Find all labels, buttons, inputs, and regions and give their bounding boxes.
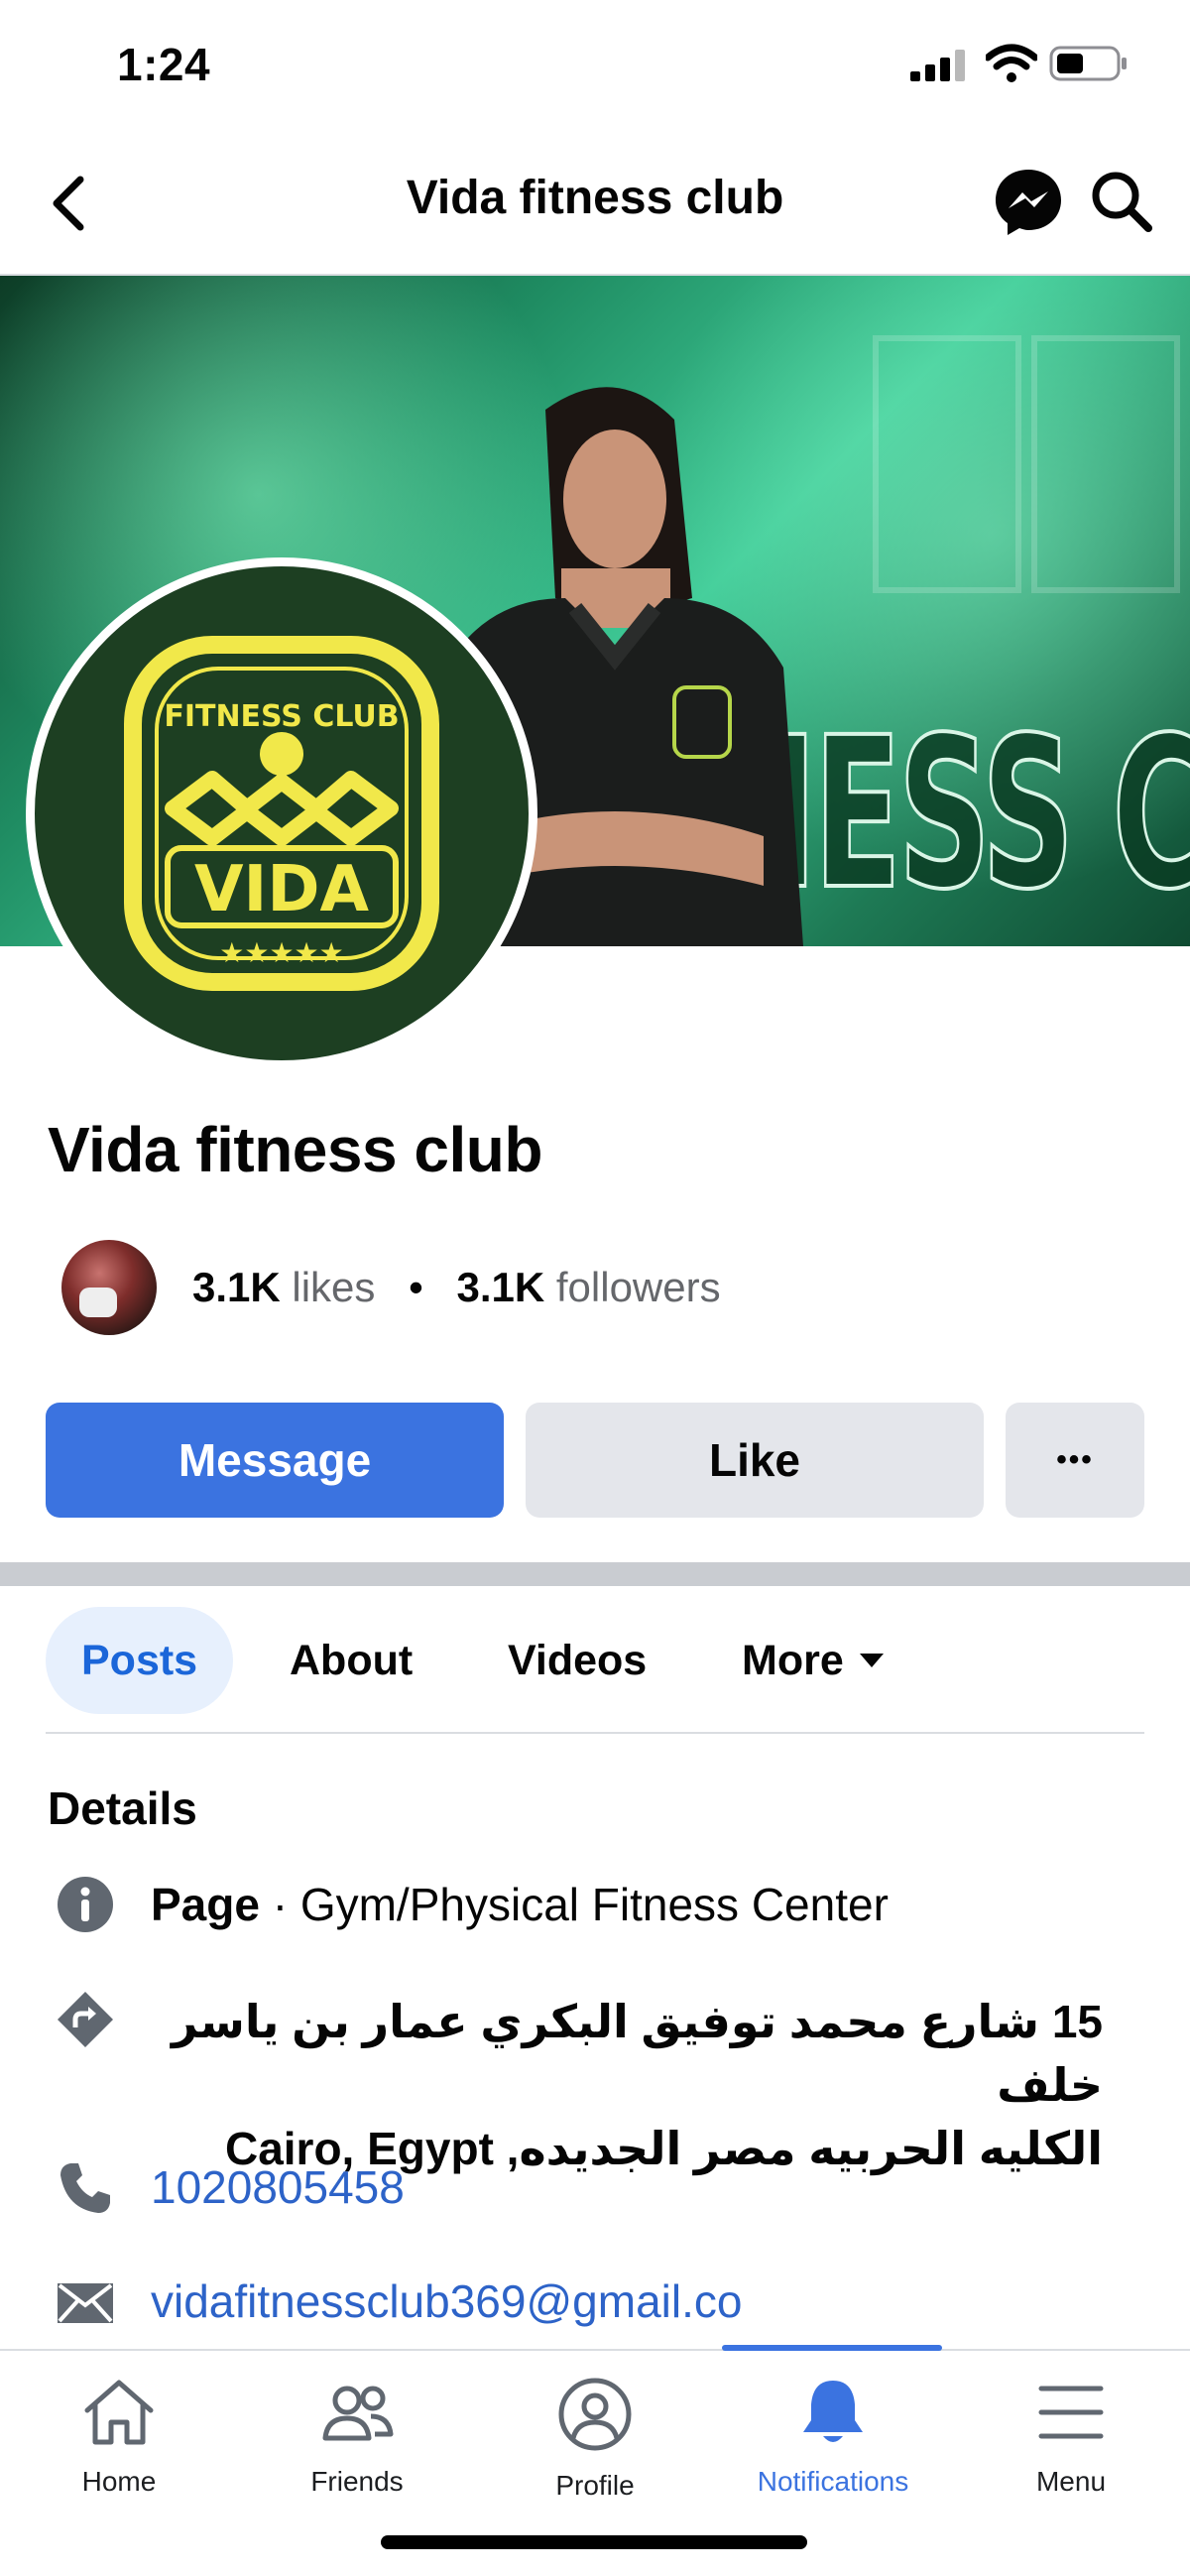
like-button[interactable]: Like bbox=[526, 1403, 984, 1518]
tab-posts[interactable]: Posts bbox=[46, 1607, 234, 1714]
phone-icon bbox=[56, 2158, 115, 2218]
nav-notifications-label: Notifications bbox=[757, 2466, 909, 2497]
nav-home[interactable]: Home bbox=[20, 2377, 218, 2498]
home-icon bbox=[84, 2380, 154, 2445]
followers-label: followers bbox=[555, 1264, 721, 1310]
caret-down-icon bbox=[859, 1654, 884, 1667]
more-options-button[interactable]: ••• bbox=[1006, 1403, 1144, 1518]
info-icon bbox=[56, 1875, 115, 1934]
nav-menu-label: Menu bbox=[1035, 2466, 1107, 2497]
cover-window bbox=[873, 335, 1021, 593]
logo-top-text: FITNESS CLUB bbox=[164, 699, 399, 734]
status-bar: 1:24 bbox=[0, 0, 1190, 129]
profile-avatar[interactable]: FITNESS CLUB VIDA ★★★★★ bbox=[26, 557, 537, 1069]
nav-friends[interactable]: Friends bbox=[258, 2377, 456, 2498]
wifi-icon bbox=[986, 44, 1037, 82]
active-tab-indicator bbox=[722, 2345, 942, 2351]
followers-count: 3.1K bbox=[456, 1264, 545, 1310]
menu-icon bbox=[1038, 2386, 1104, 2439]
likes-count: 3.1K bbox=[192, 1264, 281, 1310]
nav-profile-label: Profile bbox=[555, 2470, 635, 2501]
stats-text: 3.1K likes • 3.1K followers bbox=[192, 1264, 721, 1311]
friends-icon bbox=[322, 2386, 394, 2441]
tab-more[interactable]: More bbox=[742, 1607, 884, 1714]
details-heading: Details bbox=[48, 1782, 197, 1834]
friend-avatar bbox=[61, 1240, 157, 1335]
address-line-1: 15 شارع محمد توفيق البكري عمار بن ياسر خ… bbox=[172, 1996, 1103, 2111]
address[interactable]: 15 شارع محمد توفيق البكري عمار بن ياسر خ… bbox=[151, 1990, 1103, 2180]
tab-more-label: More bbox=[742, 1636, 844, 1684]
nav-profile[interactable]: Profile bbox=[496, 2377, 694, 2502]
messenger-icon[interactable] bbox=[992, 166, 1065, 239]
likes-followers-row[interactable]: 3.1K likes • 3.1K followers bbox=[61, 1240, 721, 1335]
nav-notifications[interactable]: Notifications bbox=[734, 2377, 932, 2498]
profile-tabs: Posts About Videos More bbox=[46, 1607, 1144, 1734]
vida-logo: FITNESS CLUB VIDA ★★★★★ bbox=[124, 636, 439, 991]
logo-stars: ★★★★★ bbox=[219, 936, 344, 969]
home-indicator[interactable] bbox=[381, 2535, 807, 2549]
search-icon[interactable] bbox=[1089, 169, 1154, 234]
directions-icon bbox=[56, 1990, 115, 2049]
page-category: Page · Gym/Physical Fitness Center bbox=[151, 1878, 889, 1931]
separator-dot: • bbox=[409, 1264, 423, 1310]
top-app-bar: Vida fitness club bbox=[0, 129, 1190, 276]
email-icon bbox=[56, 2273, 115, 2333]
tab-about[interactable]: About bbox=[290, 1607, 413, 1714]
nav-menu[interactable]: Menu bbox=[972, 2377, 1170, 2498]
email-link[interactable]: vidafitnessclub369@gmail.co bbox=[151, 2274, 742, 2328]
status-time: 1:24 bbox=[117, 39, 211, 90]
category-text: · Gym/Physical Fitness Center bbox=[272, 1879, 889, 1930]
profile-icon bbox=[558, 2378, 632, 2451]
bell-icon bbox=[803, 2381, 863, 2442]
signal-icon bbox=[910, 50, 965, 81]
likes-label: likes bbox=[292, 1264, 376, 1310]
tab-videos[interactable]: Videos bbox=[508, 1607, 647, 1714]
nav-friends-label: Friends bbox=[310, 2466, 404, 2497]
phone-number-link[interactable]: 1020805458 bbox=[151, 2160, 405, 2214]
section-divider bbox=[0, 1562, 1190, 1586]
nav-home-label: Home bbox=[81, 2466, 157, 2497]
battery-icon bbox=[1049, 46, 1127, 81]
profile-name: Vida fitness club bbox=[48, 1114, 542, 1185]
logo-name-text: VIDA bbox=[194, 853, 369, 926]
more-options-label: ••• bbox=[1056, 1443, 1094, 1476]
page-label: Page bbox=[151, 1879, 260, 1930]
message-button[interactable]: Message bbox=[46, 1403, 504, 1518]
cover-window bbox=[1031, 335, 1180, 593]
